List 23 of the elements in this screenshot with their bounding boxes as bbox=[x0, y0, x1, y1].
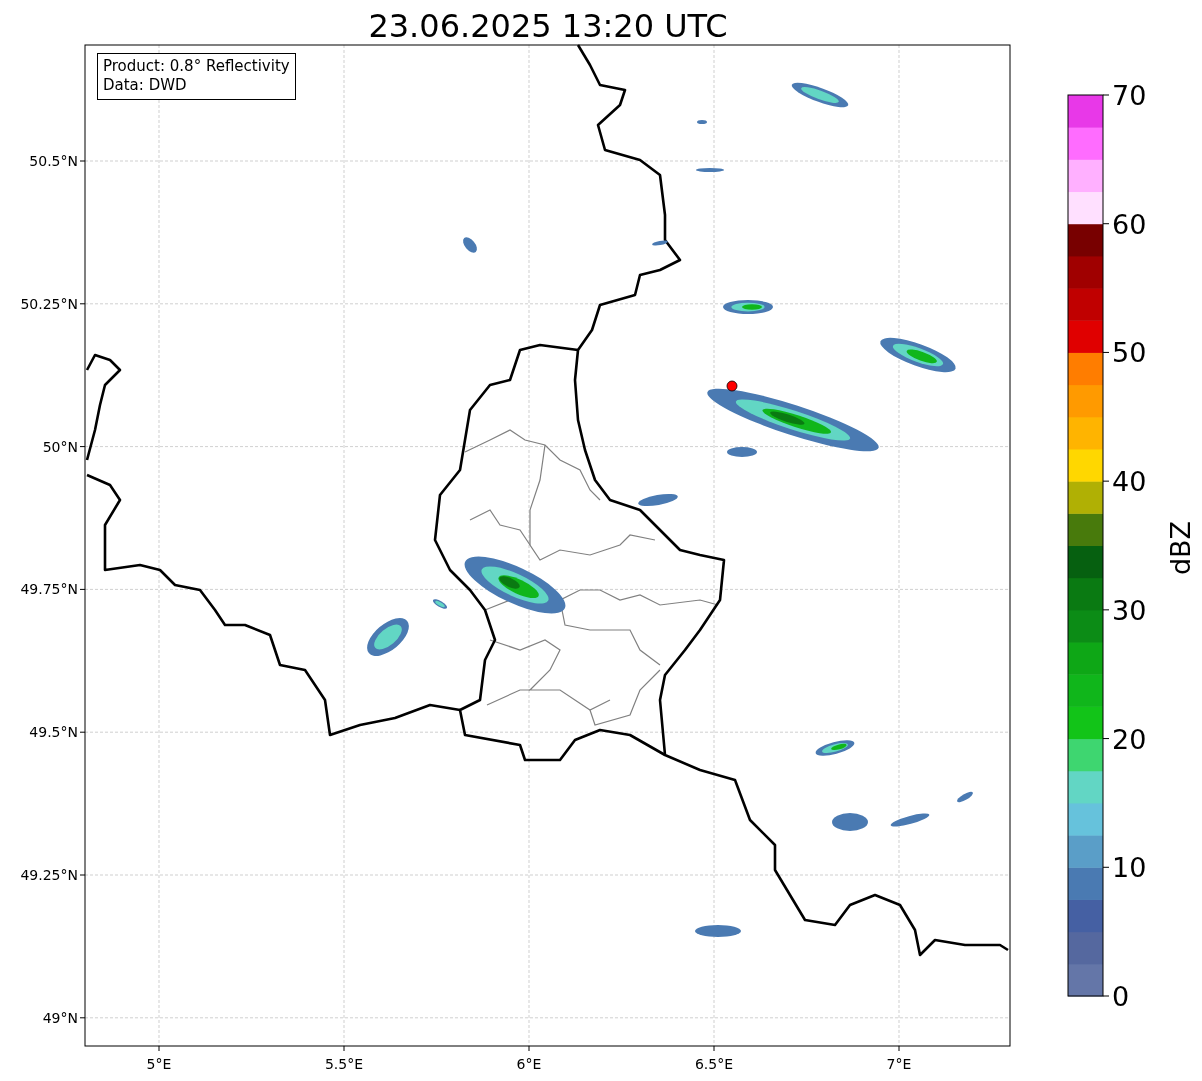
colorbar-tick-label: 60 bbox=[1112, 208, 1147, 240]
colorbar-tick-label: 20 bbox=[1112, 723, 1147, 755]
axis-tick-label: 5°E bbox=[146, 1056, 172, 1072]
colorbar-tick-label: 10 bbox=[1112, 852, 1147, 884]
colorbar-tick-label: 50 bbox=[1112, 337, 1147, 369]
axis-tick-label: 50.5°N bbox=[29, 153, 78, 169]
colorbar-label: dBZ bbox=[1165, 520, 1196, 576]
axis-tick-label: 5.5°E bbox=[324, 1056, 364, 1072]
axis-tick-label: 50°N bbox=[42, 438, 78, 455]
colorbar-tick-label: 40 bbox=[1112, 466, 1147, 498]
axis-tick-label: 49.25°N bbox=[20, 867, 78, 883]
colorbar-tick-label: 70 bbox=[1112, 80, 1147, 111]
axis-tick-label: 50.25°N bbox=[20, 295, 78, 312]
colorbar-tick-label: 0 bbox=[1112, 981, 1130, 1012]
axis-tick-label: 6°E bbox=[516, 1056, 542, 1072]
axis-tick-label: 49°N bbox=[42, 1009, 78, 1026]
chart-title: 23.06.2025 13:20 UTC bbox=[368, 7, 728, 45]
axis-tick-label: 49.75°N bbox=[20, 581, 78, 598]
colorbar-tick-label: 30 bbox=[1112, 594, 1147, 626]
axis-tick-label: 49.5°N bbox=[29, 724, 78, 741]
axis-tick-label: 6.5°E bbox=[694, 1056, 734, 1072]
axis-tick-label: 7°E bbox=[886, 1056, 912, 1072]
info-box: Product: 0.8° Reflectivity Data: DWD bbox=[97, 53, 296, 100]
